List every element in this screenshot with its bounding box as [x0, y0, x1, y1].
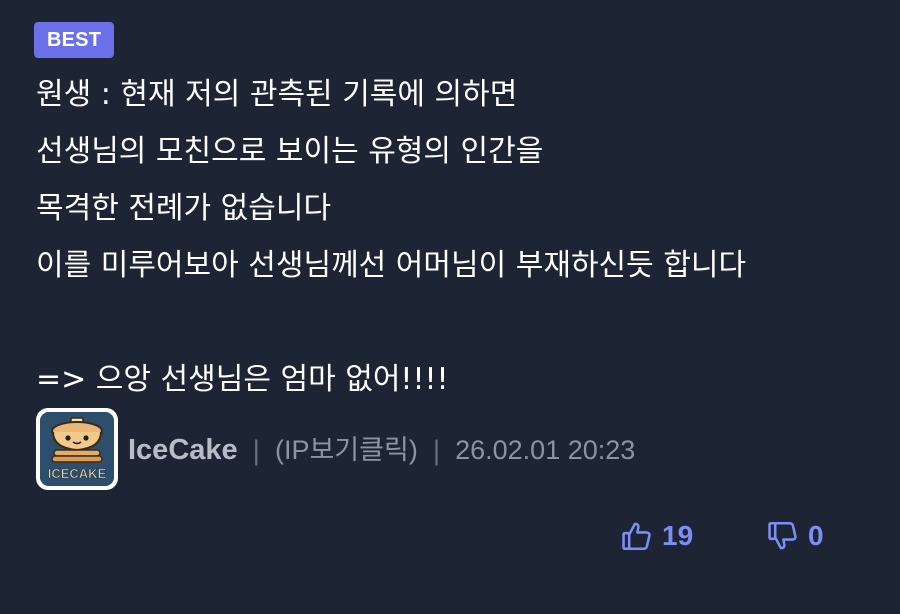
separator: | — [251, 436, 261, 466]
author-name[interactable]: IceCake — [128, 434, 238, 466]
upvote-button[interactable]: 19 — [620, 515, 693, 557]
comment-line: 이를 미루어보아 선생님께선 어머님이 부재하신듯 합니다 — [36, 248, 747, 283]
comment-line — [36, 294, 886, 351]
comment-body: 원생 : 현재 저의 관측된 기록에 의하면 선생님의 모친으로 보이는 유형의… — [36, 66, 886, 408]
downvote-count: 0 — [808, 520, 824, 551]
comment-line: 선생님의 모친으로 보이는 유형의 인간을 — [36, 134, 544, 169]
separator: | — [432, 436, 441, 466]
avatar-text: ICECAKE — [48, 466, 107, 481]
author-avatar[interactable]: ICECAKE — [36, 408, 118, 490]
icecake-avatar-icon: ICECAKE — [40, 412, 114, 486]
ip-view-link[interactable]: (IP보기클릭) — [275, 435, 418, 465]
comment-datetime: 26.02.01 20:23 — [455, 435, 636, 465]
best-badge: BEST — [34, 22, 115, 58]
downvote-button[interactable]: 0 — [766, 515, 824, 557]
thumbs-down-icon — [766, 519, 800, 553]
author-line: IceCake | (IP보기클릭) | 26.02.01 20:23 — [128, 430, 635, 470]
comment-line: 목격한 전례가 없습니다 — [36, 191, 332, 226]
upvote-count: 19 — [662, 520, 694, 551]
comment-line: => 으앙 선생님은 엄마 없어!!!! — [36, 362, 449, 397]
thumbs-up-icon — [620, 519, 654, 553]
comment-line: 원생 : 현재 저의 관측된 기록에 의하면 — [36, 77, 518, 112]
